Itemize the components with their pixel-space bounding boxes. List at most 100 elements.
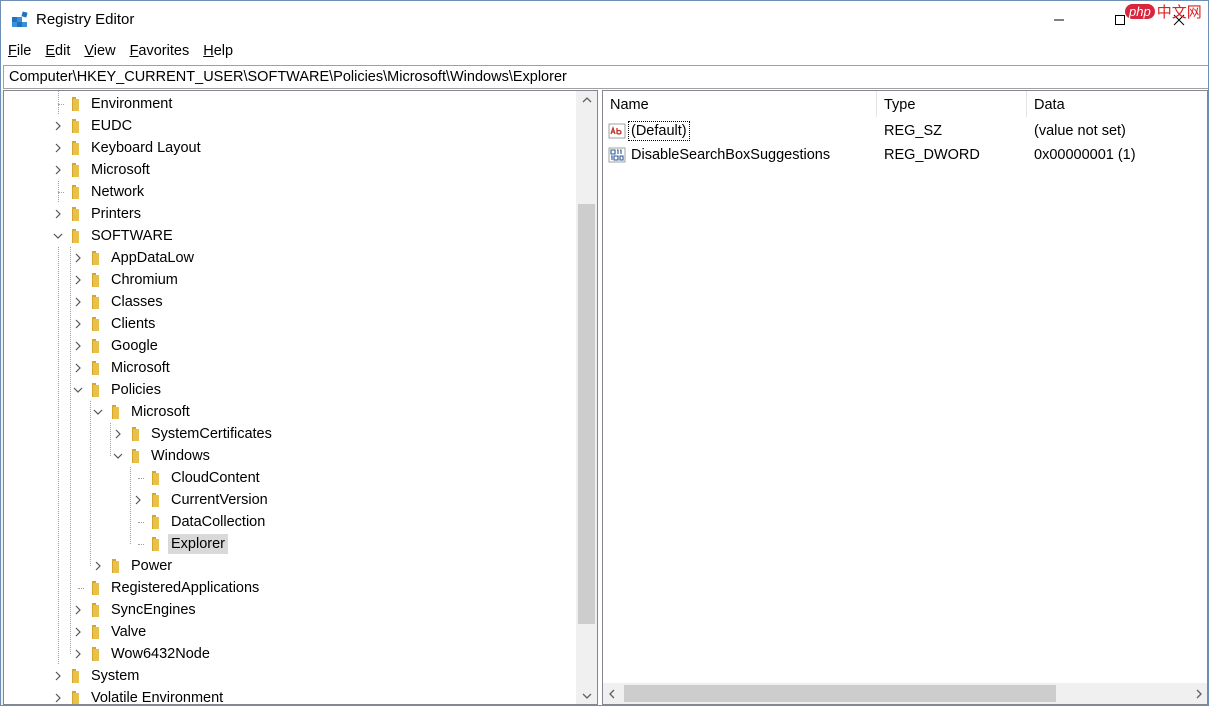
expand-toggle[interactable] [52,159,64,181]
tree-item-label: Power [131,558,173,574]
collapse-toggle[interactable] [52,225,64,247]
tree-item[interactable]: SystemCertificates [112,423,275,445]
tree-item[interactable]: Microsoft [92,401,193,423]
tree-item[interactable]: Environment [52,93,175,115]
tree-item[interactable]: CloudContent [132,467,263,489]
menu-help[interactable]: Help [196,39,240,63]
tree-item-label: Network [91,184,145,200]
scroll-right-button[interactable] [1190,683,1207,704]
tree-item[interactable]: Microsoft [52,159,153,181]
expand-toggle[interactable] [52,665,64,687]
chevron-right-icon [55,143,61,153]
folder-icon [92,581,99,595]
scroll-left-button[interactable] [603,683,620,704]
tree-item[interactable]: RegisteredApplications [72,577,262,599]
tree-item-label: Microsoft [91,162,150,178]
column-header-type[interactable]: Type [877,91,1027,117]
menu-favorites[interactable]: Favorites [123,39,197,63]
tree-item[interactable]: Windows [112,445,213,467]
expand-toggle[interactable] [52,115,64,137]
tree-vertical-scrollbar[interactable] [576,91,597,704]
menu-file[interactable]: File [1,39,38,63]
menu-label-rest: avorites [138,43,190,59]
tree-item[interactable]: SyncEngines [72,599,199,621]
title-bar[interactable]: Registry Editor php 中文网 [1,1,1208,39]
tree-item[interactable]: Network [52,181,147,203]
tree-item-label: Wow6432Node [111,646,210,662]
key-tree-pane[interactable]: Environment EUDC Keyboard Layout Microsoft N… [3,90,598,705]
expand-toggle[interactable] [72,335,84,357]
tree-scroll-up-button[interactable] [576,91,597,108]
expand-toggle[interactable] [52,137,64,159]
collapse-toggle[interactable] [92,401,104,423]
expand-toggle[interactable] [72,313,84,335]
tree-item[interactable]: AppDataLow [72,247,197,269]
expand-toggle[interactable] [72,621,84,643]
tree-item[interactable]: Policies [72,379,164,401]
tree-scroll-thumb[interactable] [578,204,595,624]
value-row[interactable]: (Default) REG_SZ (value not set) [603,119,1207,143]
tree-item-label: SystemCertificates [151,426,272,442]
watermark-text: 中文网 [1156,3,1202,21]
chevron-right-icon [115,429,121,439]
tree-item[interactable]: Printers [52,203,144,225]
tree-item[interactable]: System [52,665,142,687]
expand-toggle[interactable] [72,291,84,313]
tree-item-label: Microsoft [111,360,170,376]
expand-toggle[interactable] [112,423,124,445]
tree-item-label: Windows [151,448,210,464]
column-header-data[interactable]: Data [1027,91,1207,117]
tree-item[interactable]: Volatile Environment [52,687,226,704]
tree-item[interactable]: Wow6432Node [72,643,213,665]
tree-item[interactable]: DataCollection [132,511,268,533]
expand-toggle[interactable] [72,643,84,665]
tree-item[interactable]: CurrentVersion [132,489,271,511]
value-name: DisableSearchBoxSuggestions [631,147,831,163]
tree-item[interactable]: Classes [72,291,166,313]
expand-toggle[interactable] [52,687,64,704]
tree-item-label: Valve [111,624,147,640]
tree-connector [132,533,144,555]
tree-scroll-down-button[interactable] [576,687,597,704]
expand-toggle[interactable] [52,203,64,225]
values-horizontal-scrollbar[interactable] [603,683,1207,704]
expand-toggle[interactable] [132,489,144,511]
tree-item[interactable]: Power [92,555,175,577]
tree-item-label: SyncEngines [111,602,196,618]
tree-connector [52,181,64,203]
tree-item[interactable]: Microsoft [72,357,173,379]
chevron-down-icon [53,233,63,239]
values-scroll-thumb[interactable] [624,685,1056,702]
expand-toggle[interactable] [92,555,104,577]
minimize-button[interactable] [1036,1,1082,39]
menu-view[interactable]: View [77,39,122,63]
folder-icon [152,537,159,551]
collapse-toggle[interactable] [112,445,124,467]
value-type: REG_DWORD [884,147,980,163]
expand-toggle[interactable] [72,269,84,291]
tree-item-label: CurrentVersion [171,492,268,508]
value-data: (value not set) [1034,123,1126,139]
value-name-cell: (Default) [603,121,877,141]
values-pane[interactable]: Name Type Data (Default) REG_SZ (value not… [602,90,1208,705]
tree-item[interactable]: Chromium [72,269,181,291]
expand-toggle[interactable] [72,599,84,621]
column-header-name[interactable]: Name [603,91,877,117]
collapse-toggle[interactable] [72,379,84,401]
tree-item[interactable]: SOFTWARE [52,225,176,247]
tree-item[interactable]: Keyboard Layout [52,137,204,159]
expand-toggle[interactable] [72,247,84,269]
value-row[interactable]: DisableSearchBoxSuggestions REG_DWORD 0x00… [603,143,1207,167]
tree-item[interactable]: EUDC [52,115,135,137]
tree-item[interactable]: Explorer [132,533,228,555]
tree-item[interactable]: Valve [72,621,149,643]
address-bar[interactable]: Computer\HKEY_CURRENT_USER\SOFTWARE\Poli… [3,65,1208,89]
key-tree[interactable]: Environment EUDC Keyboard Layout Microsoft N… [4,91,576,704]
folder-icon [132,449,139,463]
chevron-right-icon [55,165,61,175]
expand-toggle[interactable] [72,357,84,379]
tree-guide-line [58,103,64,105]
tree-item[interactable]: Google [72,335,161,357]
menu-edit[interactable]: Edit [38,39,77,63]
tree-item[interactable]: Clients [72,313,158,335]
